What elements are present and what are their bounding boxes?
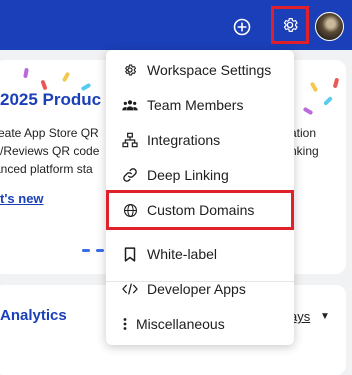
- menu-item-label: Custom Domains: [147, 202, 255, 218]
- announcement-line: s/Reviews QR code: [0, 144, 100, 158]
- code-icon: [122, 281, 138, 297]
- announcement-line: ation: [290, 126, 317, 140]
- whats-new-link[interactable]: t's new: [0, 191, 44, 206]
- menu-item-label: White-label: [147, 246, 218, 262]
- confetti-decoration: [323, 96, 333, 106]
- add-button[interactable]: [231, 16, 253, 38]
- menu-item-label: Developer Apps: [147, 281, 246, 297]
- confetti-decoration: [309, 81, 319, 93]
- menu-item-label: Team Members: [147, 97, 244, 113]
- announcement-line: reate App Store QR: [0, 126, 99, 140]
- confetti-decoration: [302, 106, 314, 116]
- announcement-line: nking: [290, 144, 319, 158]
- link-icon: [122, 167, 138, 183]
- carousel-dot[interactable]: [82, 249, 90, 252]
- globe-icon: [122, 202, 138, 218]
- menu-item-label: Integrations: [147, 132, 221, 148]
- announcement-line: anced platform sta: [0, 162, 93, 176]
- gear-icon: [122, 62, 138, 78]
- users-icon: [122, 97, 138, 113]
- menu-item-deep-linking[interactable]: Deep Linking: [106, 160, 294, 190]
- menu-item-white-label[interactable]: White-label: [106, 239, 294, 269]
- menu-item-label: Workspace Settings: [147, 62, 272, 78]
- menu-item-label: Deep Linking: [147, 167, 229, 183]
- confetti-decoration: [40, 79, 48, 91]
- announcement-body: reate App Store QR s/Reviews QR code anc…: [0, 124, 99, 178]
- menu-item-label: Miscellaneous: [136, 316, 225, 332]
- confetti-decoration: [61, 71, 71, 83]
- plus-circle-icon: [233, 18, 251, 36]
- confetti-decoration: [332, 77, 340, 89]
- menu-item-developer-apps[interactable]: Developer Apps: [106, 274, 294, 304]
- menu-item-team-members[interactable]: Team Members: [106, 90, 294, 120]
- settings-dropdown-menu: Workspace Settings Team Members Integrat…: [106, 50, 294, 345]
- gear-icon: [283, 18, 298, 32]
- menu-item-miscellaneous[interactable]: Miscellaneous: [106, 309, 294, 339]
- menu-item-workspace-settings[interactable]: Workspace Settings: [106, 55, 294, 85]
- user-avatar[interactable]: [315, 12, 344, 41]
- confetti-decoration: [23, 67, 29, 79]
- sitemap-icon: [122, 132, 138, 148]
- ellipsis-vertical-icon: [122, 316, 128, 332]
- bookmark-icon: [122, 246, 138, 262]
- announcement-body-right: ation nking: [290, 124, 319, 160]
- menu-item-custom-domains[interactable]: Custom Domains: [106, 190, 294, 230]
- settings-button[interactable]: [271, 6, 309, 44]
- announcement-title: 2025 Produc: [0, 90, 102, 109]
- analytics-title: Analytics: [0, 307, 67, 324]
- carousel-dot[interactable]: [96, 249, 104, 252]
- menu-item-integrations[interactable]: Integrations: [106, 125, 294, 155]
- caret-down-icon: ▼: [320, 311, 330, 322]
